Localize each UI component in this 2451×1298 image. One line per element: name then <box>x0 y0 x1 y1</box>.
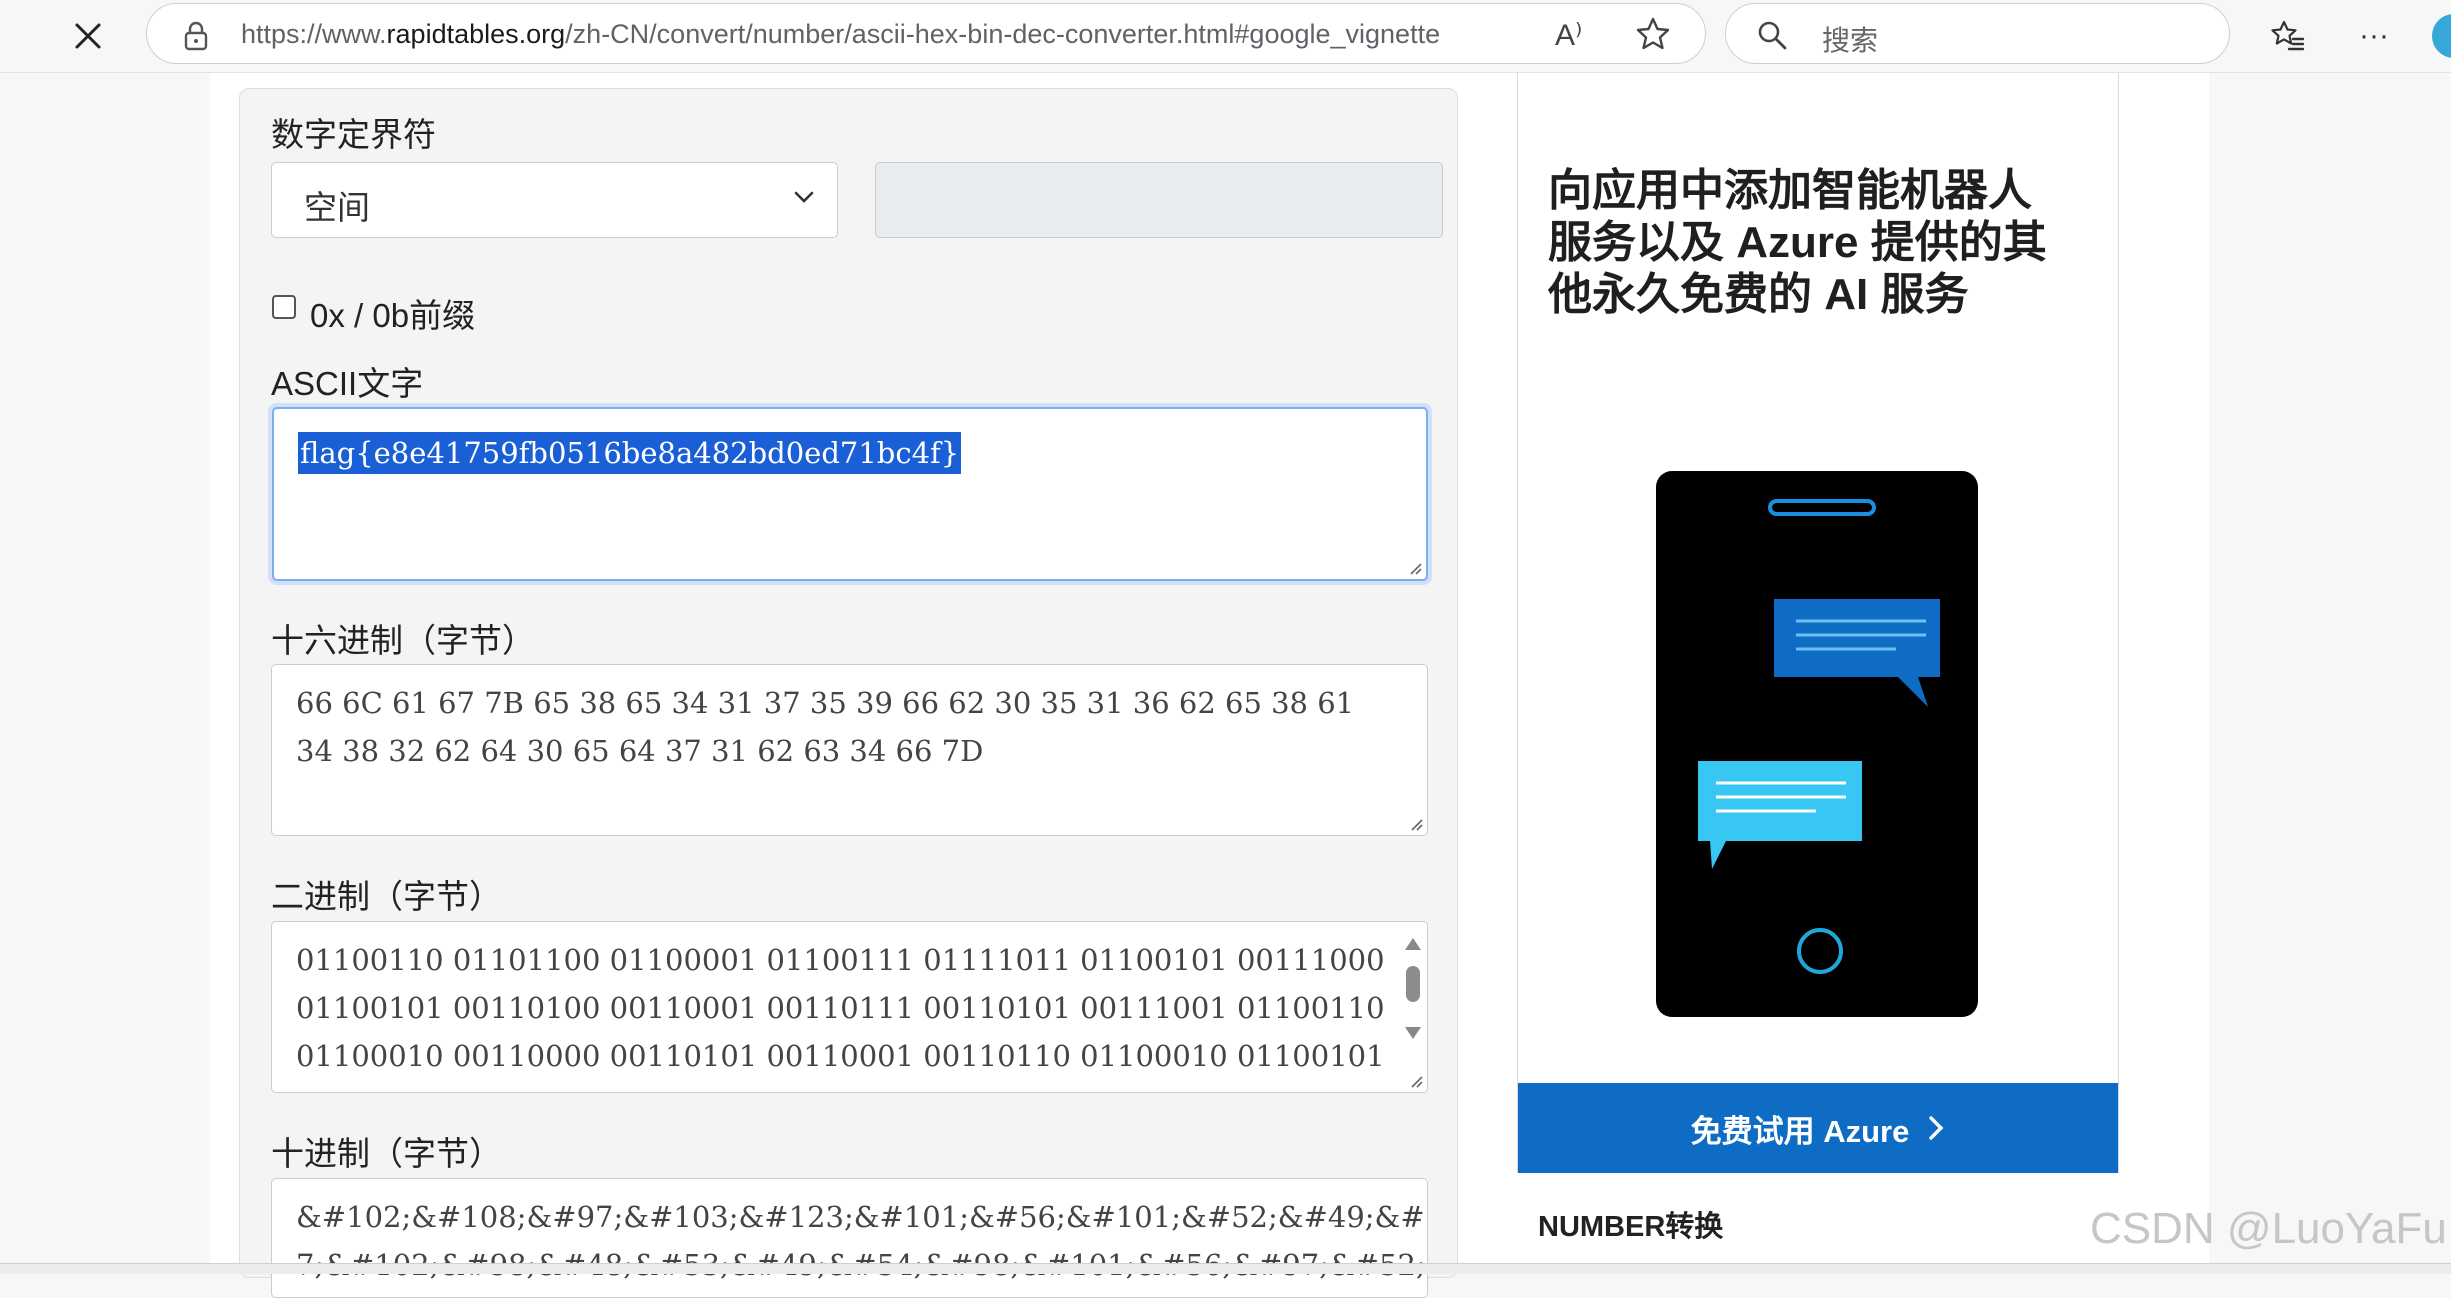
resize-grip-icon[interactable] <box>1407 815 1423 831</box>
decimal-label: 十进制（字节） <box>271 1135 502 1172</box>
decimal-line: &#102;&#108;&#97;&#103;&#123;&#101;&#56;… <box>296 1200 1427 1234</box>
url-prefix: https://www. <box>241 19 387 49</box>
azure-advertisement[interactable]: 向应用中添加智能机器人服务以及 Azure 提供的其他永久免费的 AI 服务 免… <box>1517 73 2119 1173</box>
close-icon[interactable] <box>58 14 118 58</box>
search-icon <box>1756 19 1788 56</box>
ascii-selected-text: flag{e8e41759fb0516be8a482bd0ed71bc4f} <box>298 432 962 474</box>
hex-textarea[interactable]: 66 6C 61 67 7B 65 38 65 34 31 37 35 39 6… <box>271 664 1428 836</box>
chevron-right-icon <box>1929 1116 1944 1140</box>
read-aloud-icon[interactable]: A⁾ <box>1555 18 1582 53</box>
lock-icon[interactable] <box>183 21 209 56</box>
prefix-checkbox[interactable] <box>272 295 296 319</box>
favorite-star-icon[interactable] <box>1635 16 1671 57</box>
search-box[interactable]: 搜索 <box>1725 3 2230 64</box>
url-path: /zh-CN/convert/number/ascii-hex-bin-dec-… <box>565 19 1441 49</box>
binary-line: 01100110 01101100 01100001 01100111 0111… <box>296 943 1385 977</box>
binary-line: 01100101 00110100 00110001 00110111 0011… <box>296 991 1385 1025</box>
resize-grip-icon[interactable] <box>1406 559 1422 575</box>
prefix-checkbox-label: 0x / 0b前缀 <box>310 297 476 334</box>
favorites-collections-icon[interactable] <box>2262 14 2314 58</box>
decimal-textarea[interactable]: &#102;&#108;&#97;&#103;&#123;&#101;&#56;… <box>271 1178 1428 1298</box>
delimiter-select[interactable]: 空间 <box>271 162 838 238</box>
url-domain: rapidtables.org <box>386 19 566 49</box>
ascii-textarea[interactable]: flag{e8e41759fb0516be8a482bd0ed71bc4f} <box>272 407 1428 581</box>
phone-illustration <box>1656 471 1978 1017</box>
more-menu-icon[interactable]: ··· <box>2348 14 2400 58</box>
browser-toolbar: https://www.rapidtables.org/zh-CN/conver… <box>0 0 2451 73</box>
binary-scrollbar[interactable] <box>1397 922 1427 1092</box>
ad-heading: 向应用中添加智能机器人服务以及 Azure 提供的其他永久免费的 AI 服务 <box>1548 166 2047 319</box>
url-text[interactable]: https://www.rapidtables.org/zh-CN/conver… <box>241 19 1440 50</box>
search-placeholder: 搜索 <box>1822 25 1879 56</box>
address-bar[interactable]: https://www.rapidtables.org/zh-CN/conver… <box>146 3 1706 64</box>
scroll-thumb[interactable] <box>1406 966 1420 1002</box>
scroll-up-arrow-icon[interactable] <box>1405 938 1421 950</box>
scroll-down-arrow-icon[interactable] <box>1405 1027 1421 1039</box>
ascii-label: ASCII文字 <box>271 365 424 402</box>
cta-label: 免费试用 Azure <box>1690 1113 1910 1149</box>
chat-bubbles-illustration <box>1698 499 1940 974</box>
delimiter-label: 数字定界符 <box>271 116 436 153</box>
edge-copilot-icon[interactable] <box>2432 14 2451 58</box>
hex-label: 十六进制（字节） <box>271 622 535 659</box>
delimiter-select-value: 空间 <box>304 189 370 226</box>
hex-line: 66 6C 61 67 7B 65 38 65 34 31 37 35 39 6… <box>296 686 1355 720</box>
binary-line: 01100010 00110000 00110101 00110001 0011… <box>296 1039 1385 1073</box>
binary-label: 二进制（字节） <box>271 878 502 915</box>
sidebar-title[interactable]: NUMBER转换 <box>1538 1203 1723 1245</box>
resize-grip-icon[interactable] <box>1407 1072 1423 1088</box>
custom-delimiter-input[interactable] <box>875 162 1443 238</box>
watermark: CSDN @LuoYaFu <box>2090 1204 2447 1253</box>
chevron-down-icon <box>793 190 815 209</box>
binary-textarea[interactable]: 01100110 01101100 01100001 01100111 0111… <box>271 921 1428 1093</box>
window-bottom-edge <box>0 1263 2451 1274</box>
try-azure-free-button[interactable]: 免费试用 Azure <box>1518 1083 2118 1173</box>
hex-line: 34 38 32 62 64 30 65 64 37 31 62 63 34 6… <box>296 734 984 768</box>
